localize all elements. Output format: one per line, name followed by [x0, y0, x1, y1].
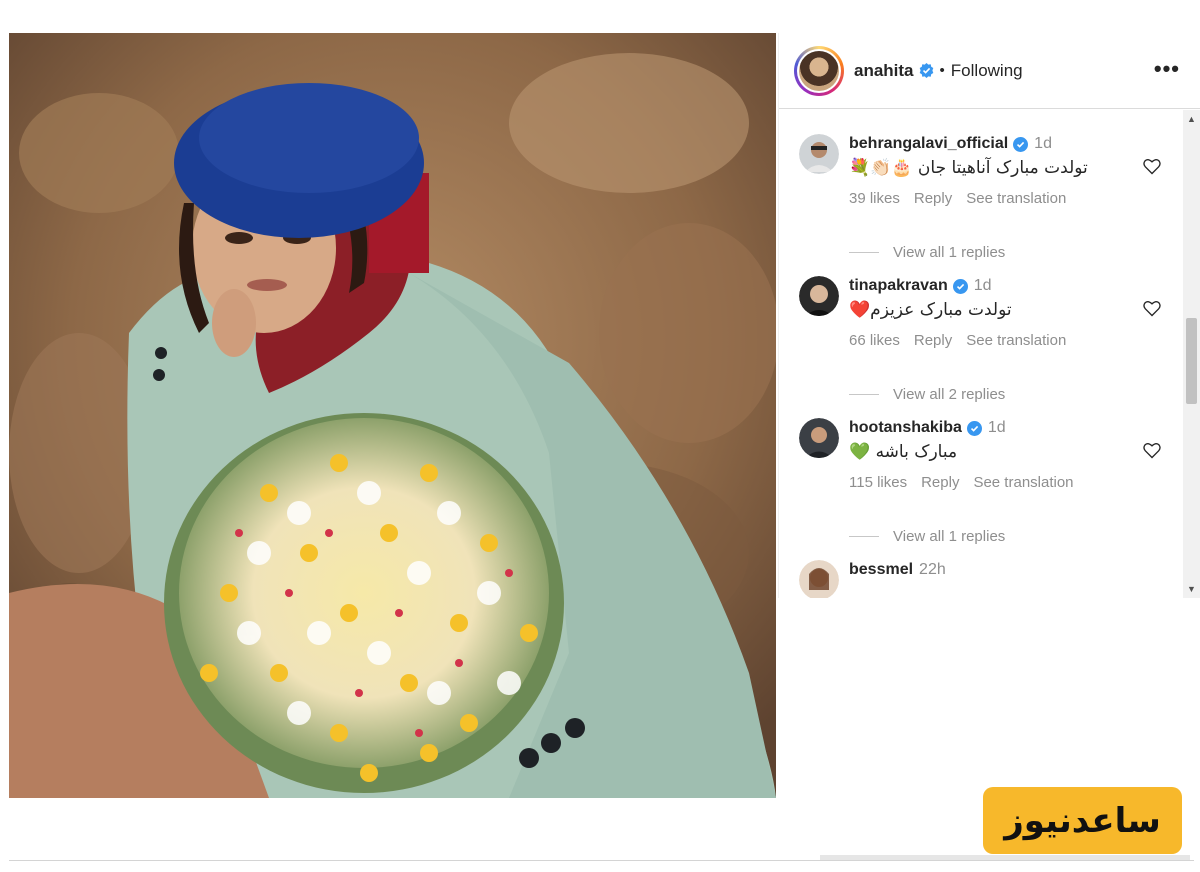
post-photo[interactable]	[9, 33, 776, 798]
commenter-username[interactable]: bessmel	[849, 561, 913, 579]
scroll-down-arrow-icon[interactable]: ▼	[1187, 584, 1196, 594]
reply-button[interactable]: Reply	[914, 332, 952, 349]
verified-badge-icon	[952, 278, 968, 294]
comment-time: 1d	[987, 419, 1006, 436]
commenter-avatar[interactable]	[799, 560, 839, 598]
heart-outline-icon[interactable]	[1142, 440, 1162, 460]
reply-button[interactable]: Reply	[914, 190, 952, 207]
comment-likes[interactable]: 115 likes	[849, 474, 907, 491]
view-replies-button[interactable]: View all 2 replies	[849, 386, 1005, 403]
watermark-text: ساعدنیوز	[1004, 800, 1161, 841]
divider	[9, 860, 1194, 861]
comment-time: 22h	[919, 561, 946, 578]
verified-badge-icon	[966, 420, 982, 436]
commenter-username[interactable]: behrangalavi_official	[849, 135, 1008, 153]
post-image	[9, 33, 776, 798]
comment-text: مبارک باشه 💚	[849, 442, 958, 462]
comment-likes[interactable]: 66 likes	[849, 332, 900, 349]
comments-scrollbar[interactable]: ▲ ▼	[1183, 110, 1200, 598]
comment-text: تولدت مبارک عزیزم❤️	[849, 300, 1012, 320]
heart-outline-icon[interactable]	[1142, 156, 1162, 176]
replies-divider	[849, 536, 879, 537]
commenter-username[interactable]: tinapakravan	[849, 277, 948, 295]
comment-time: 1d	[1034, 135, 1052, 152]
comment-likes[interactable]: 39 likes	[849, 190, 900, 207]
following-button[interactable]: Following	[951, 61, 1023, 81]
commenter-avatar[interactable]	[799, 134, 839, 174]
author-info: anahita • Following	[854, 61, 1023, 81]
see-translation-button[interactable]: See translation	[973, 474, 1073, 491]
scrollbar-thumb[interactable]	[1186, 318, 1197, 404]
site-watermark-logo: ساعدنیوز	[983, 787, 1182, 854]
heart-outline-icon[interactable]	[1142, 298, 1162, 318]
commenter-avatar[interactable]	[799, 418, 839, 458]
scroll-up-arrow-icon[interactable]: ▲	[1187, 114, 1196, 124]
see-translation-button[interactable]: See translation	[966, 332, 1066, 349]
author-avatar[interactable]	[794, 45, 844, 96]
commenter-username[interactable]: hootanshakiba	[849, 419, 962, 437]
author-username[interactable]: anahita	[854, 61, 914, 81]
view-replies-label: View all 2 replies	[893, 386, 1006, 403]
replies-divider	[849, 394, 879, 395]
verified-badge-icon	[919, 63, 934, 78]
comments-panel: anahita • Following ••• behrangalavi_off…	[778, 33, 1200, 598]
comments-list[interactable]: behrangalavi_official 1d تولدت مبارک آنا…	[779, 110, 1184, 598]
commenter-avatar[interactable]	[799, 276, 839, 316]
more-options-icon[interactable]: •••	[1154, 58, 1180, 80]
comment-text: تولدت مبارک آناهیتا جان 🎂👏🏻💐	[849, 158, 1088, 178]
reply-button[interactable]: Reply	[921, 474, 959, 491]
view-replies-label: View all 1 replies	[893, 528, 1006, 545]
see-translation-button[interactable]: See translation	[966, 190, 1066, 207]
view-replies-button[interactable]: View all 1 replies	[849, 528, 1005, 545]
post-header: anahita • Following •••	[779, 33, 1200, 109]
replies-divider	[849, 252, 879, 253]
separator-dot: •	[939, 62, 945, 79]
view-replies-label: View all 1 replies	[893, 244, 1006, 261]
comment-time: 1d	[973, 277, 992, 294]
verified-badge-icon	[1013, 136, 1029, 152]
view-replies-button[interactable]: View all 1 replies	[849, 244, 1005, 261]
